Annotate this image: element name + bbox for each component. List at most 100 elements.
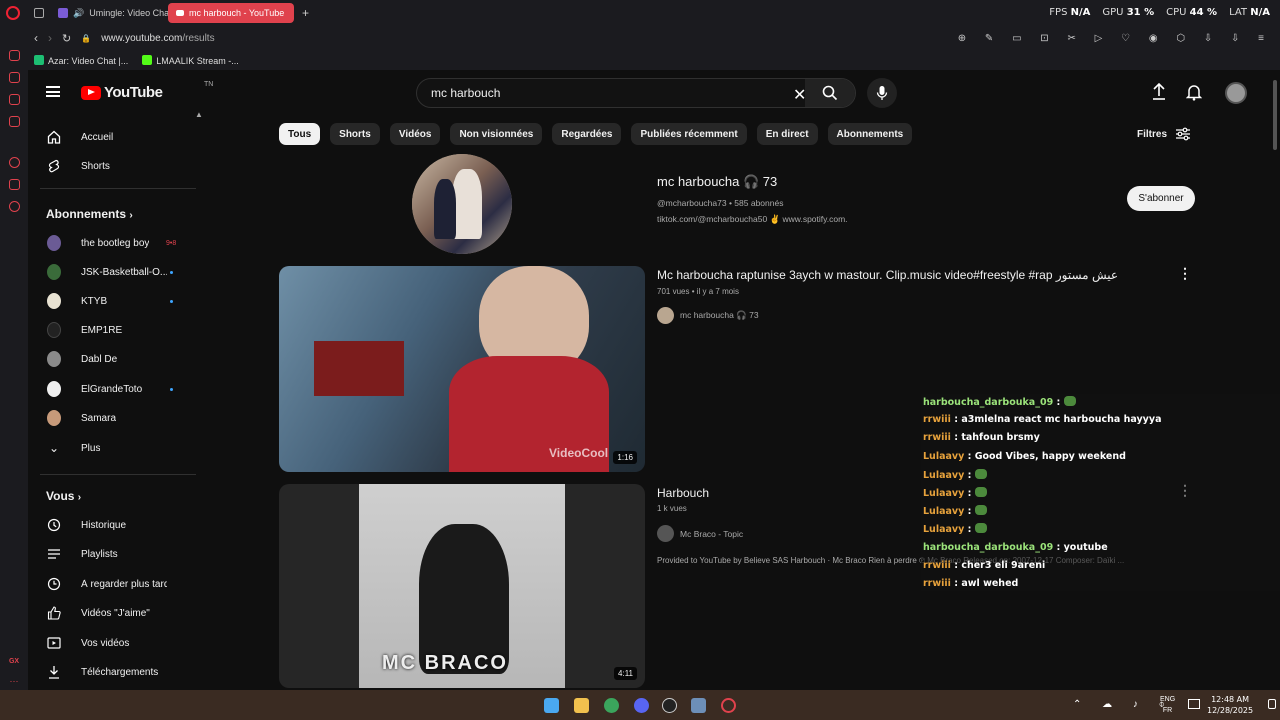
video-thumbnail[interactable]: MC BRACO 4:11 — [279, 484, 645, 688]
chip-unwatched[interactable]: Non visionnées — [450, 123, 543, 145]
twitch-icon[interactable] — [8, 94, 20, 105]
filters-button[interactable]: Filtres — [1137, 127, 1191, 141]
chat-text: : awl wehed — [950, 578, 1019, 589]
new-tab-button[interactable]: + — [294, 3, 317, 23]
voice-search-button[interactable] — [867, 78, 897, 108]
chat-username[interactable]: rrwiii — [923, 578, 951, 589]
tab-umingle[interactable]: 🔊 Umingle: Video Chat w... — [50, 3, 168, 23]
notifications-bell-icon[interactable] — [1186, 83, 1202, 101]
search-button[interactable] — [805, 79, 855, 107]
url-field[interactable]: www.youtube.com/results — [101, 33, 214, 44]
video-channel[interactable]: Mc Braco - Topic — [657, 525, 743, 542]
sidebar-item-playlists[interactable]: Playlists — [28, 540, 200, 568]
windows-start-icon[interactable] — [544, 698, 559, 713]
sidebar-item-downloads[interactable]: Téléchargements — [28, 658, 200, 686]
sidebar-sub-emp1re[interactable]: EMP1RE — [28, 316, 200, 344]
tab-overview-button[interactable] — [28, 3, 50, 23]
video-thumbnail[interactable]: 1:16 VideoCool — [279, 266, 645, 472]
extensions-icon[interactable] — [8, 179, 20, 190]
language-indicator[interactable]: ENG FR — [1160, 694, 1175, 716]
chat-username[interactable]: rrwiii — [923, 414, 951, 425]
forward-icon[interactable]: › — [48, 31, 52, 45]
gx-cleaner-icon[interactable] — [8, 72, 20, 83]
chrome-icon[interactable] — [604, 698, 619, 713]
azar-favicon-icon — [34, 54, 44, 65]
app-icon[interactable] — [691, 698, 706, 713]
chat-text: : a3mlelna react mc harboucha hayyya — [950, 414, 1162, 426]
video-title[interactable]: Mc harboucha raptunise 3aych w mastour. … — [657, 268, 1118, 282]
opera-gx-taskbar-icon[interactable] — [721, 698, 736, 713]
obs-icon[interactable] — [662, 698, 677, 713]
sidebar-item-watch-later[interactable]: À regarder plus tard — [28, 570, 200, 598]
notification-icon[interactable] — [1268, 699, 1276, 709]
settings-icon[interactable] — [8, 201, 20, 212]
chat-username[interactable]: harboucha_darbouka_09 — [923, 397, 1053, 408]
chat-text: : — [1053, 397, 1064, 408]
search-input[interactable] — [417, 86, 777, 100]
search-icon — [822, 85, 838, 101]
sidebar-item-accueil[interactable]: Accueil — [28, 123, 200, 151]
chat-username[interactable]: Lulaavy — [923, 451, 964, 462]
gx-control-icon[interactable] — [8, 50, 20, 61]
youtube-logo[interactable]: YouTube TN — [81, 81, 213, 101]
back-icon[interactable]: ‹ — [34, 31, 38, 45]
discord-icon[interactable] — [634, 698, 649, 713]
you-heading[interactable]: Vous › — [46, 489, 81, 503]
bookmark-azar[interactable]: Azar: Video Chat |... — [34, 54, 128, 66]
bookmark-lmaalik[interactable]: LMAALIK Stream -... — [142, 54, 239, 66]
video-channel[interactable]: mc harboucha 🎧 73 — [657, 307, 759, 324]
sidebar-sub-samara[interactable]: Samara — [28, 404, 200, 432]
sidebar-sub-elgrandetoto[interactable]: ElGrandeToto — [28, 375, 200, 403]
video-title[interactable]: Harbouch — [657, 486, 709, 500]
chip-shorts[interactable]: Shorts — [330, 123, 380, 145]
sidebar-item-label: ElGrandeToto — [81, 383, 143, 395]
channel-avatar-large[interactable] — [412, 154, 512, 254]
more-actions-icon[interactable]: ⋮ — [1178, 266, 1192, 280]
menu-icon[interactable] — [46, 86, 60, 97]
sidebar-item-shorts[interactable]: Shorts — [28, 152, 200, 180]
tab-youtube[interactable]: mc harbouch - YouTube — [168, 3, 294, 23]
chat-username[interactable]: rrwiii — [923, 432, 951, 443]
sidebar-sub-dabl-de[interactable]: Dabl De — [28, 345, 200, 373]
mail-icon[interactable] — [8, 116, 20, 127]
channel-avatar — [47, 264, 61, 280]
toolbar-icons[interactable]: ⊕ ✎ ▭ ⊡ ✂ ▷ ♡ ◉ ⬡ ⇩ ⇩ ≡ — [958, 33, 1280, 44]
file-explorer-icon[interactable] — [574, 698, 589, 713]
chat-username[interactable]: harboucha_darbouka_09 — [923, 542, 1053, 553]
sidebar-scroll-up-icon[interactable]: ▲ — [195, 110, 203, 119]
subscribe-button[interactable]: S'abonner — [1127, 186, 1195, 211]
chat-username[interactable]: Lulaavy — [923, 488, 964, 499]
display-icon[interactable] — [1188, 699, 1200, 709]
sidebar-sub-jsk-basketball[interactable]: JSK-Basketball-O... — [28, 258, 200, 286]
sidebar-item-liked-videos[interactable]: Vidéos "J'aime" — [28, 599, 200, 627]
upload-icon[interactable] — [1151, 83, 1167, 101]
sidebar-sub-ktyb[interactable]: KTYB — [28, 287, 200, 315]
chat-username[interactable]: Lulaavy — [923, 470, 964, 481]
chat-username[interactable]: Lulaavy — [923, 506, 964, 517]
history-icon[interactable] — [8, 157, 20, 168]
account-avatar[interactable] — [1225, 82, 1247, 104]
taskbar-clock[interactable]: 12:48 AM 12/28/2025 — [1207, 694, 1253, 716]
video-duration: 4:11 — [614, 667, 637, 680]
chip-tous[interactable]: Tous — [279, 123, 321, 145]
channel-title[interactable]: mc harboucha 🎧 73 — [657, 174, 777, 190]
page-scrollbar[interactable] — [1273, 80, 1277, 150]
chat-username[interactable]: Lulaavy — [923, 524, 964, 535]
chip-watched[interactable]: Regardées — [552, 123, 622, 145]
live-badge: 9•8 — [166, 239, 177, 247]
sidebar-show-more[interactable]: ⌄ Plus — [28, 434, 200, 462]
more-icon[interactable]: ··· — [10, 676, 19, 686]
tray-icons[interactable]: ⌃ ☁ ♪ ⌽ — [1073, 699, 1174, 710]
sidebar-item-your-videos[interactable]: Vos vidéos — [28, 629, 200, 657]
subscriptions-heading[interactable]: Abonnements › — [46, 207, 133, 221]
chip-subscriptions[interactable]: Abonnements — [827, 123, 913, 145]
chip-videos[interactable]: Vidéos — [389, 123, 441, 145]
sidebar-sub-the-bootleg-boy[interactable]: the bootleg boy 9•8 — [28, 229, 200, 257]
reload-icon[interactable]: ↻ — [62, 32, 71, 45]
chat-username[interactable]: rrwiii — [923, 560, 951, 571]
chat-emote-icon — [974, 523, 987, 534]
chip-recent[interactable]: Publiées récemment — [631, 123, 747, 145]
sidebar-item-historique[interactable]: Historique — [28, 511, 200, 539]
opera-gx-logo-icon[interactable] — [6, 6, 20, 20]
chip-live[interactable]: En direct — [756, 123, 818, 145]
